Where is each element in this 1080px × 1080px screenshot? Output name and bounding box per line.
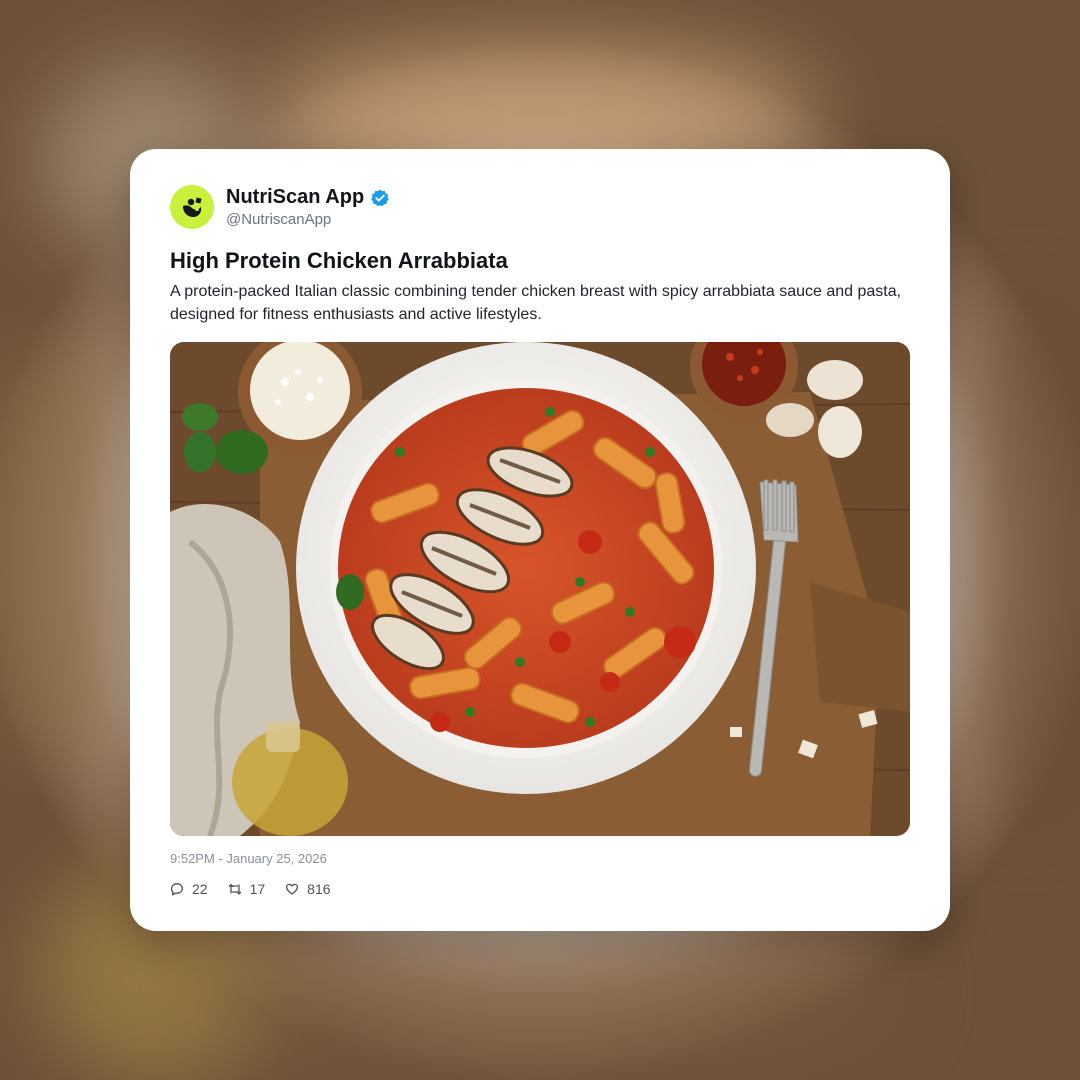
nutriscan-logo-icon[interactable] xyxy=(170,185,214,229)
post-title: High Protein Chicken Arrabbiata xyxy=(170,248,508,273)
post-image[interactable] xyxy=(170,342,910,836)
display-name[interactable]: NutriScan App xyxy=(226,186,364,209)
post-header: NutriScan App @NutriscanApp xyxy=(170,185,390,229)
like-count: 816 xyxy=(307,881,331,897)
heart-icon xyxy=(286,883,299,895)
like-button[interactable]: 816 xyxy=(285,881,331,897)
background-blur xyxy=(950,300,1080,820)
repost-button[interactable]: 17 xyxy=(228,881,266,897)
post-timestamp[interactable]: 9:52PM - January 25, 2026 xyxy=(170,851,327,866)
reply-count: 22 xyxy=(192,881,208,897)
user-handle[interactable]: @NutriscanApp xyxy=(226,211,390,228)
repost-count: 17 xyxy=(249,881,266,897)
reply-icon xyxy=(170,883,184,896)
background-blur xyxy=(0,340,140,760)
post-actions: 22 17 816 xyxy=(170,881,351,897)
reply-button[interactable]: 22 xyxy=(170,881,208,897)
post-description: A protein-packed Italian classic combini… xyxy=(170,283,902,323)
verified-badge-icon xyxy=(371,189,389,206)
repost-icon xyxy=(228,883,241,895)
post-card: NutriScan App @NutriscanApp High Protein… xyxy=(130,149,950,931)
